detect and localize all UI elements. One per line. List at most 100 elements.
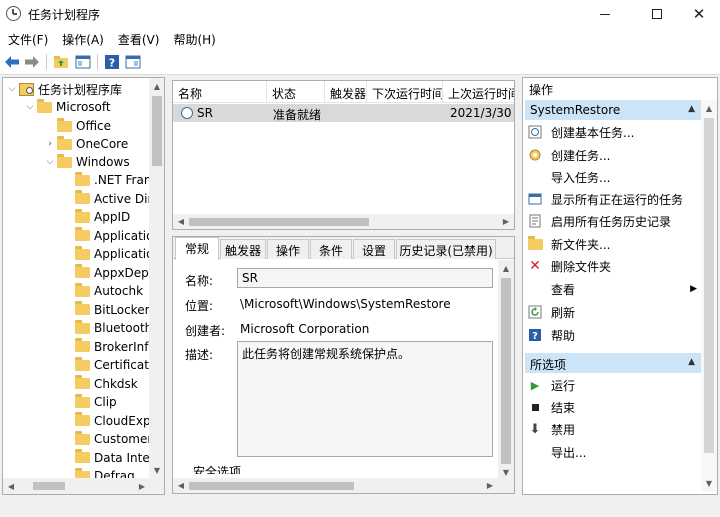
tree-item-folder[interactable]: Active Dire [75,190,160,208]
column-header-next-run[interactable]: 下次运行时间 [367,81,443,103]
action-create-basic-task[interactable]: 创建基本任务... [527,122,701,142]
scroll-up-icon[interactable]: ▲ [499,261,513,275]
tree-item-folder[interactable]: Data Integ [75,449,157,467]
tree-item-folder[interactable]: BrokerInfr [75,338,153,356]
scroll-up-icon[interactable]: ▲ [150,79,164,93]
action-enable-all-history[interactable]: 启用所有任务历史记录 [527,211,701,231]
tree-item-folder[interactable]: BitLocker [75,301,150,319]
detail-vertical-scrollbar[interactable]: ▲ ▼ [498,260,514,480]
tree-item-folder[interactable]: Autochk [75,282,143,300]
tree-item-folder[interactable]: CloudExpe [75,412,158,430]
action-end[interactable]: 结束 [527,397,701,417]
collapse-icon[interactable]: ▲ [688,357,695,367]
tree-item-folder[interactable]: Clip [75,393,117,411]
task-library-icon [19,82,34,96]
tree-item-folder[interactable]: AppID [75,208,130,226]
tree-item-microsoft[interactable]: ⌵ Microsoft [23,98,111,116]
tree-item-office[interactable]: Office [43,117,111,135]
detail-scroll-thumb[interactable] [501,278,511,464]
title-bar: 任务计划程序 ✕ [0,0,720,28]
forward-button[interactable] [23,53,41,71]
action-refresh[interactable]: 刷新 [527,302,701,322]
tree-item-folder[interactable]: Certificate [75,356,156,374]
menu-help[interactable]: 帮助(H) [166,28,222,49]
collapse-icon[interactable]: ▲ [688,104,695,114]
action-help[interactable]: ? 帮助 [527,325,701,345]
action-group-systemrestore[interactable]: SystemRestore ▲ [525,100,701,120]
tab-conditions[interactable]: 条件 [310,239,352,259]
action-group-selected-item[interactable]: 所选项 ▲ [525,353,701,373]
minimize-button[interactable] [582,0,628,28]
task-list-horizontal-scrollbar[interactable]: ◀ ▶ [173,214,514,229]
back-button[interactable] [3,53,21,71]
action-pane-vertical-scrollbar[interactable]: ▲ ▼ [701,100,717,492]
scroll-up-icon[interactable]: ▲ [702,101,716,115]
maximize-button[interactable] [634,0,680,28]
task-list-hscroll-thumb[interactable] [189,218,369,226]
tree-item-folder[interactable]: .NET Fram [75,171,156,189]
tree-item-folder[interactable]: Bluetooth [75,319,152,337]
scroll-right-icon[interactable]: ▶ [483,478,497,492]
column-header-last-run[interactable]: 上次运行时间 [443,81,514,103]
scroll-left-icon[interactable]: ◀ [174,478,188,492]
running-tasks-icon [527,191,543,207]
scroll-right-icon[interactable]: ▶ [499,214,513,228]
column-header-status[interactable]: 状态 [267,81,325,103]
chevron-right-icon[interactable]: › [43,139,57,149]
action-delete-folder[interactable]: ✕ 删除文件夹 [527,256,701,276]
description-field[interactable]: 此任务将创建常规系统保护点。 [237,341,493,457]
tree-item-folder[interactable]: Chkdsk [75,375,138,393]
tree-item-windows[interactable]: ⌵ Windows [43,153,130,171]
tree-hscroll-thumb[interactable] [33,482,65,490]
menu-file[interactable]: 文件(F) [0,28,55,49]
tab-settings[interactable]: 设置 [353,239,395,259]
menu-action[interactable]: 操作(A) [55,28,111,49]
column-header-name[interactable]: 名称 [173,81,267,103]
scroll-down-icon[interactable]: ▼ [499,465,513,479]
close-button[interactable]: ✕ [676,0,720,28]
show-hide-console-tree-button[interactable] [74,53,92,71]
tree-item-folder[interactable]: AppxDeplo [75,264,159,282]
tree-vertical-scrollbar[interactable]: ▲ ▼ [149,78,164,478]
action-new-folder[interactable]: 新文件夹... [527,234,701,254]
tab-triggers[interactable]: 触发器 [220,239,266,259]
tree-scroll-thumb[interactable] [152,96,162,166]
chevron-down-icon[interactable]: ⌵ [23,102,37,112]
tree-item-onecore[interactable]: › OneCore [43,135,128,153]
author-value: Microsoft Corporation [240,322,370,336]
tab-general[interactable]: 常规 [175,237,219,260]
table-row[interactable]: SR 准备就绪 2021/3/30 8 [173,104,514,122]
tree-horizontal-scrollbar[interactable]: ◀ ▶ [3,478,164,494]
name-field[interactable]: SR [237,268,493,288]
action-disable[interactable]: ⬇ 禁用 [527,419,701,439]
help-button[interactable]: ? [103,53,121,71]
chevron-down-icon[interactable]: ⌵ [5,84,19,94]
detail-horizontal-scrollbar[interactable]: ◀ ▶ [173,478,514,493]
action-create-task[interactable]: 创建任务... [527,145,701,165]
scroll-down-icon[interactable]: ▼ [702,476,716,490]
column-header-trigger[interactable]: 触发器 [325,81,367,103]
action-export[interactable]: 导出... [527,442,701,462]
show-hide-action-pane-button[interactable] [124,53,142,71]
task-detail-pane: 常规 触发器 操作 条件 设置 历史记录(已禁用) 名称: SR 位置: \Mi… [172,236,515,494]
action-label: 运行 [551,378,576,393]
tab-actions[interactable]: 操作 [267,239,309,259]
chevron-down-icon[interactable]: ⌵ [43,157,57,167]
detail-hscroll-thumb[interactable] [189,482,354,490]
menu-view[interactable]: 查看(V) [111,28,167,49]
action-display-running-tasks[interactable]: 显示所有正在运行的任务 [527,189,701,209]
clock-icon [6,6,21,21]
tree-item-folder[interactable]: Customer [75,430,152,448]
action-scroll-thumb[interactable] [704,118,714,453]
up-folder-button[interactable] [52,53,70,71]
action-import-task[interactable]: 导入任务... [527,167,701,187]
scroll-right-icon[interactable]: ▶ [135,479,149,493]
action-view[interactable]: 查看 ▶ [527,279,701,299]
tab-history[interactable]: 历史记录(已禁用) [396,239,496,259]
scroll-left-icon[interactable]: ◀ [4,479,18,493]
tree-item-label: Office [76,119,112,133]
scroll-down-icon[interactable]: ▼ [150,463,164,477]
action-run[interactable]: ▶ 运行 [527,375,701,395]
tree-item-task-scheduler-library[interactable]: ⌵ 任务计划程序库 [5,80,122,98]
scroll-left-icon[interactable]: ◀ [174,214,188,228]
